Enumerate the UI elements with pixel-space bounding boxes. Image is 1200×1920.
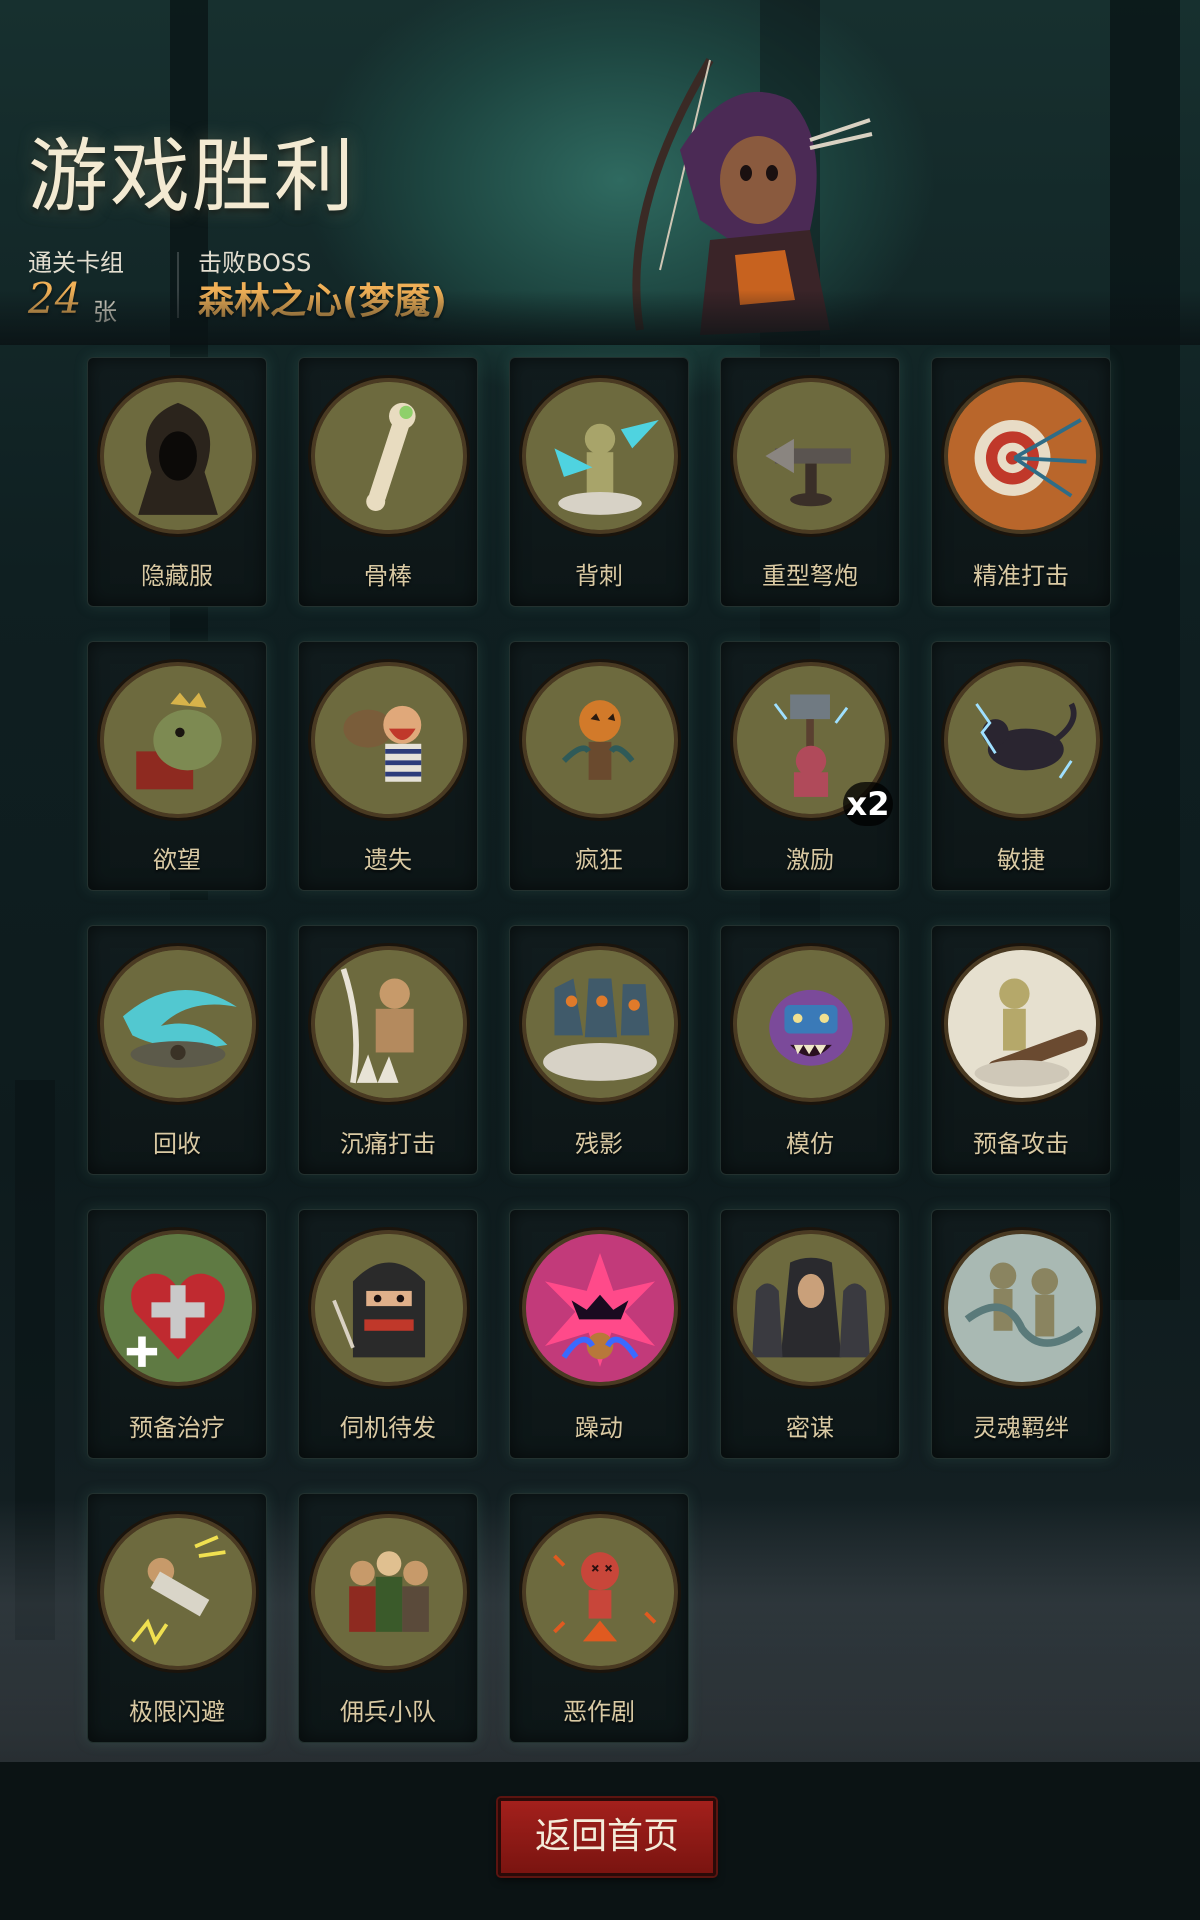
victory-header: 游戏胜利 通关卡组 24 张 击败BOSS 森林之心(梦魇) bbox=[0, 0, 1200, 345]
deck-card[interactable]: 疯狂 bbox=[509, 641, 689, 891]
card-name: 躁动 bbox=[575, 1414, 623, 1442]
mercenary-squad-icon bbox=[311, 1514, 467, 1670]
card-name: 预备治疗 bbox=[129, 1414, 225, 1442]
deck-card[interactable]: 极限闪避 bbox=[87, 1493, 267, 1743]
card-name: 激励 bbox=[786, 846, 834, 874]
afterimage-icon bbox=[522, 946, 678, 1102]
frenzy-burst-icon bbox=[522, 1230, 678, 1386]
backstab-icon bbox=[522, 378, 678, 534]
card-name: 遗失 bbox=[364, 846, 412, 874]
bone-club-icon bbox=[311, 378, 467, 534]
deck-card[interactable]: 灵魂羁绊 bbox=[931, 1209, 1111, 1459]
target-arrows-icon bbox=[944, 378, 1100, 534]
card-name: 重型弩炮 bbox=[762, 562, 858, 590]
deck-card[interactable]: 模仿 bbox=[720, 925, 900, 1175]
deck-card[interactable]: 预备治疗 bbox=[87, 1209, 267, 1459]
card-name: 模仿 bbox=[786, 1130, 834, 1158]
soul-bond-puppets-icon bbox=[944, 1230, 1100, 1386]
deck-card[interactable]: 敏捷 bbox=[931, 641, 1111, 891]
card-name: 欲望 bbox=[153, 846, 201, 874]
ninja-icon bbox=[311, 1230, 467, 1386]
card-name: 佣兵小队 bbox=[340, 1698, 436, 1726]
card-name: 灵魂羁绊 bbox=[973, 1414, 1069, 1442]
hooded-conspirators-icon bbox=[733, 1230, 889, 1386]
heart-cross-icon bbox=[100, 1230, 256, 1386]
pirate-sack-icon bbox=[311, 662, 467, 818]
card-count-badge: x2 bbox=[843, 782, 893, 826]
deck-label: 通关卡组 bbox=[28, 249, 124, 277]
deck-card[interactable]: 精准打击 bbox=[931, 357, 1111, 607]
card-name: 精准打击 bbox=[973, 562, 1069, 590]
deck-card[interactable]: 欲望 bbox=[87, 641, 267, 891]
deck-card[interactable]: 佣兵小队 bbox=[298, 1493, 478, 1743]
deck-card[interactable]: 重型弩炮 bbox=[720, 357, 900, 607]
deck-card[interactable]: 回收 bbox=[87, 925, 267, 1175]
card-name: 极限闪避 bbox=[129, 1698, 225, 1726]
brute-smash-icon bbox=[311, 946, 467, 1102]
deck-card[interactable]: 背刺 bbox=[509, 357, 689, 607]
deck-card[interactable]: 恶作剧 bbox=[509, 1493, 689, 1743]
treasure-toad-icon bbox=[100, 662, 256, 818]
deck-card[interactable]: 遗失 bbox=[298, 641, 478, 891]
deck-card[interactable]: x2 激励 bbox=[720, 641, 900, 891]
pumpkin-scarecrow-icon bbox=[522, 662, 678, 818]
deck-card[interactable]: 隐藏服 bbox=[87, 357, 267, 607]
panther-icon bbox=[944, 662, 1100, 818]
deck-card-grid: 隐藏服 骨棒 背刺 重型弩炮 精准打击欲望 遗失 疯狂 x2 激励 敏捷回收 沉痛打击 残影 模仿 预备攻… bbox=[87, 357, 1113, 1743]
deck-card[interactable]: 残影 bbox=[509, 925, 689, 1175]
puppet-club-icon bbox=[944, 946, 1100, 1102]
card-name: 沉痛打击 bbox=[340, 1130, 436, 1158]
card-name: 背刺 bbox=[575, 562, 623, 590]
masked-goblin-icon bbox=[733, 946, 889, 1102]
card-name: 伺机待发 bbox=[340, 1414, 436, 1442]
deck-card[interactable]: 骨棒 bbox=[298, 357, 478, 607]
card-name: 残影 bbox=[575, 1130, 623, 1158]
hood-cloak-icon bbox=[100, 378, 256, 534]
ballista-icon bbox=[733, 378, 889, 534]
card-name: 骨棒 bbox=[364, 562, 412, 590]
page-title: 游戏胜利 bbox=[28, 130, 356, 223]
card-name: 恶作剧 bbox=[563, 1698, 635, 1726]
deck-card[interactable]: 沉痛打击 bbox=[298, 925, 478, 1175]
card-name: 敏捷 bbox=[997, 846, 1045, 874]
card-name: 密谋 bbox=[786, 1414, 834, 1442]
card-name: 回收 bbox=[153, 1130, 201, 1158]
deck-card[interactable]: 躁动 bbox=[509, 1209, 689, 1459]
card-name: 隐藏服 bbox=[141, 562, 213, 590]
whirlwind-icon bbox=[100, 946, 256, 1102]
header-shade bbox=[0, 290, 1200, 345]
voodoo-doll-icon bbox=[522, 1514, 678, 1670]
card-name: 疯狂 bbox=[575, 846, 623, 874]
footer-bar: 返回首页 bbox=[0, 1762, 1200, 1920]
dodge-flip-icon bbox=[100, 1514, 256, 1670]
deck-card[interactable]: 密谋 bbox=[720, 1209, 900, 1459]
card-name: 预备攻击 bbox=[973, 1130, 1069, 1158]
deck-card[interactable]: 预备攻击 bbox=[931, 925, 1111, 1175]
return-home-button[interactable]: 返回首页 bbox=[498, 1798, 716, 1876]
deck-card[interactable]: 伺机待发 bbox=[298, 1209, 478, 1459]
